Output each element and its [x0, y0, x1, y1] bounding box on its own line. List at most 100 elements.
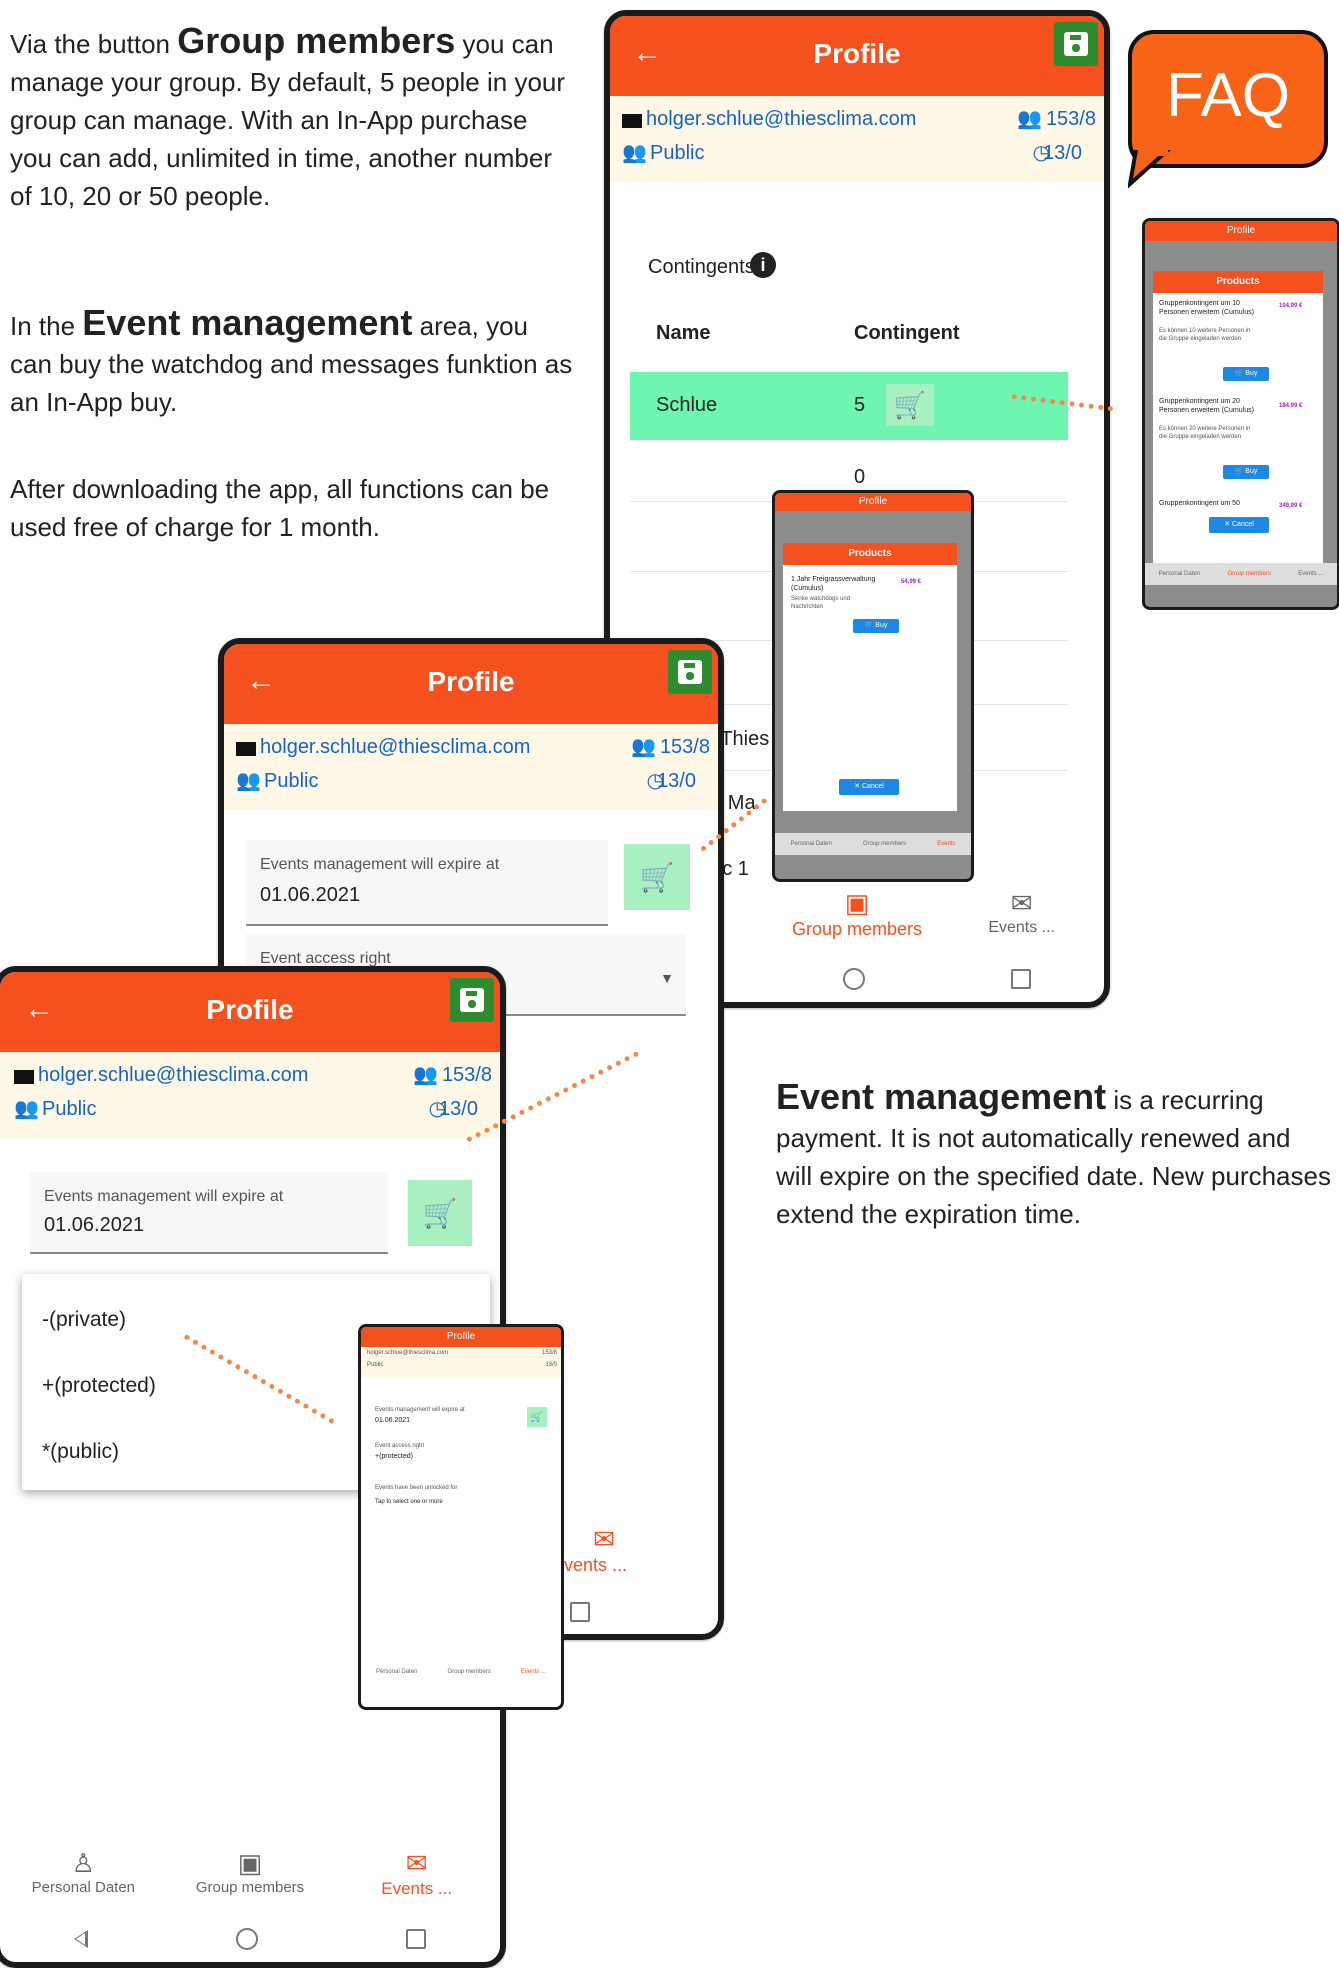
cancel-button[interactable]: ✕ Cancel: [839, 779, 899, 795]
back-triangle-icon[interactable]: [74, 1930, 88, 1948]
nav-group-members[interactable]: Group members: [1227, 571, 1270, 577]
profile-info-bar: holger.schlue@thiesclima.com 👥 Public 👥 …: [0, 1052, 500, 1138]
nav-group-members[interactable]: ▣ Group members: [775, 888, 940, 958]
mini-header: Profile: [361, 1327, 561, 1347]
nav-personal[interactable]: Personal Daten: [376, 1669, 417, 1675]
recurring-payment-note: Event management is a recurring payment.…: [776, 1076, 1331, 1230]
buy-button[interactable]: 🛒 Buy: [1223, 367, 1269, 381]
nav-group-members[interactable]: ▣ Group members: [167, 1848, 334, 1918]
nav-events[interactable]: Events: [937, 841, 955, 847]
product-desc: Senke watchdogs und Nachrichten: [791, 596, 851, 610]
events-expire-field[interactable]: Events management will expire at 01.06.2…: [30, 1172, 388, 1254]
email-icon: [14, 1070, 34, 1084]
profile-info-bar: holger.schlue@thiesclima.com 👥 Public 👥 …: [610, 96, 1104, 182]
nav-personal[interactable]: Personal Daten: [790, 841, 831, 847]
intro-paragraph-1: Via the button Group members you can man…: [10, 20, 566, 212]
save-button[interactable]: [1054, 22, 1098, 66]
cart-button[interactable]: 🛒: [624, 844, 690, 910]
info-icon[interactable]: i: [750, 252, 776, 278]
recents-square-icon[interactable]: [1011, 969, 1031, 989]
nav-events[interactable]: ✉ Events ...: [333, 1848, 500, 1918]
table-row-selected[interactable]: Schlue 5 🛒: [630, 372, 1068, 440]
nav-events[interactable]: ✉ Events ...: [939, 888, 1104, 958]
dropdown-arrow-icon: ▼: [660, 970, 674, 986]
nav-group-members[interactable]: Group members: [447, 1669, 490, 1675]
save-button[interactable]: [668, 650, 712, 694]
app-header: ← Profile: [610, 16, 1104, 96]
nav-events-label: Events ...: [988, 919, 1056, 936]
group-icon: 👥: [236, 770, 261, 792]
members-icon: 👥: [413, 1064, 438, 1086]
cart-button[interactable]: 🛒: [408, 1180, 472, 1246]
mini-bottom-nav: Personal Daten Group members Events: [775, 833, 971, 855]
cart-icon: 🛒: [864, 622, 876, 629]
profile-email[interactable]: holger.schlue@thiesclima.com: [38, 1064, 308, 1087]
field-value: 01.06.2021: [375, 1417, 411, 1424]
profile-email[interactable]: holger.schlue@thiesclima.com: [367, 1350, 448, 1356]
nav-group-members[interactable]: Group members: [863, 841, 906, 847]
mini-products-events: Profile Products 1 Jahr Freigrassverwalt…: [772, 490, 974, 882]
menu-item-public[interactable]: *(public): [42, 1440, 119, 1464]
profile-email[interactable]: holger.schlue@thiesclima.com: [646, 108, 916, 131]
product-price: 54,99 €: [901, 579, 922, 585]
bottom-nav: ♙ Personal Daten ▣ Group members ✉ Event…: [0, 1848, 500, 1918]
products-dialog: Products 1 Jahr Freigrassverwaltung (Cum…: [783, 543, 957, 811]
mini-header: Profile: [1145, 221, 1337, 241]
nav-events[interactable]: ✉ vents ...: [564, 1524, 684, 1576]
page-title: Profile: [206, 994, 294, 1025]
field-value: 01.06.2021: [44, 1214, 145, 1236]
mini-bottom-nav: Personal Daten Group members Events ...: [361, 1661, 561, 1683]
buy-button[interactable]: 🛒 Buy: [853, 619, 899, 633]
unlock-label: Events have been unlocked for: [375, 1485, 458, 1491]
profile-visibility[interactable]: Public: [367, 1362, 383, 1368]
nav-group-members-label: Group members: [195, 1879, 305, 1896]
mini-info-bar: holger.schlue@thiesclima.com Public 153/…: [361, 1347, 561, 1377]
faq-label: FAQ: [1165, 61, 1291, 130]
column-header-contingent: Contingent: [854, 322, 960, 344]
products-title: Products: [783, 543, 957, 565]
nav-personal[interactable]: ♙ Personal Daten: [0, 1848, 167, 1918]
unlock-value[interactable]: Tap to select one or more: [375, 1499, 443, 1505]
group-icon: 👥: [622, 142, 647, 164]
menu-item-private[interactable]: -(private): [42, 1308, 126, 1332]
nav-events[interactable]: Events ...: [521, 1669, 546, 1675]
mini-products-group: Profile Products Gruppenkontingent um 10…: [1142, 218, 1339, 610]
nav-events-label: vents ...: [564, 1555, 628, 1575]
cancel-button[interactable]: ✕ Cancel: [1209, 517, 1269, 533]
events-expire-field[interactable]: Events management will expire at 01.06.2…: [246, 840, 608, 926]
profile-info-bar: holger.schlue@thiesclima.com 👥 Public 👥 …: [224, 724, 718, 810]
members-icon: 👥: [1017, 108, 1042, 130]
faq-bubble[interactable]: FAQ: [1128, 30, 1328, 168]
save-button[interactable]: [450, 978, 494, 1022]
profile-visibility[interactable]: Public: [42, 1098, 96, 1121]
event-management-emphasis: Event management: [776, 1076, 1107, 1117]
profile-visibility[interactable]: Public: [650, 142, 704, 165]
nav-personal[interactable]: Personal Daten: [1159, 571, 1200, 577]
field-value: 01.06.2021: [260, 884, 361, 906]
product-name: Gruppenkontingent um 20 Personen erweite…: [1159, 398, 1254, 414]
profile-visibility[interactable]: Public: [264, 770, 318, 793]
product-price: 184,99 €: [1279, 403, 1303, 409]
menu-item-protected[interactable]: +(protected): [42, 1374, 156, 1398]
nav-group-members-label: Group members: [791, 919, 923, 939]
profile-email[interactable]: holger.schlue@thiesclima.com: [260, 736, 530, 759]
home-circle-icon[interactable]: [236, 1928, 258, 1950]
cart-button[interactable]: 🛒: [527, 1407, 547, 1427]
contingents-label: Contingents: [648, 256, 755, 278]
event-management-emphasis: Event management: [82, 302, 413, 343]
row-contingent: 5: [854, 394, 866, 416]
cart-icon: 🛒: [422, 1197, 458, 1229]
buy-button[interactable]: 🛒 Buy: [1223, 465, 1269, 479]
recents-square-icon[interactable]: [406, 1929, 426, 1949]
product-desc: Es können 10 weitere Personen in die Gru…: [1159, 328, 1251, 342]
cart-icon: 🛒: [1234, 370, 1246, 377]
members-icon: 👥: [631, 736, 656, 758]
nav-events[interactable]: Events ...: [1298, 571, 1323, 577]
product-name: Gruppenkontingent um 10 Personen erweite…: [1159, 300, 1254, 316]
access-value[interactable]: +(protected): [375, 1453, 413, 1460]
recents-square-icon[interactable]: [570, 1602, 590, 1622]
product-desc: Es können 20 weitere Personen in die Gru…: [1159, 426, 1251, 440]
home-circle-icon[interactable]: [843, 968, 865, 990]
products-dialog: Products Gruppenkontingent um 10 Persone…: [1153, 271, 1323, 579]
cart-button[interactable]: 🛒: [886, 384, 934, 426]
